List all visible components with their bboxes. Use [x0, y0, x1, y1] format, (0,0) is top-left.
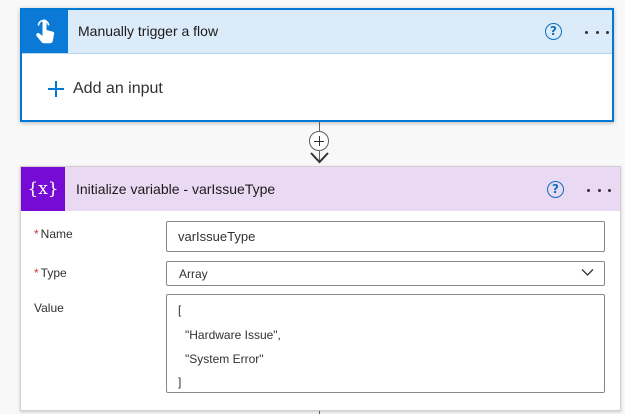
more-options-icon[interactable] — [585, 25, 609, 39]
arrow-down-icon — [310, 152, 329, 164]
value-line: "Hardware Issue", — [185, 328, 281, 342]
more-options-icon[interactable] — [587, 183, 611, 197]
variable-header[interactable]: {x} Initialize variable - varIssueType ? — [21, 167, 620, 211]
touch-hand-icon — [22, 10, 68, 53]
value-line: "System Error" — [185, 352, 264, 366]
help-icon[interactable]: ? — [547, 181, 564, 198]
name-label: * Name — [34, 227, 73, 241]
type-dropdown[interactable]: Array — [166, 261, 605, 286]
value-label: Value — [34, 301, 64, 315]
type-selected-value: Array — [179, 267, 208, 281]
chevron-down-icon — [581, 269, 594, 276]
value-field[interactable]: [ "Hardware Issue", "System Error" ] — [166, 294, 605, 393]
name-field[interactable]: varIssueType — [166, 221, 605, 252]
help-icon[interactable]: ? — [545, 23, 562, 40]
variable-icon: {x} — [21, 167, 65, 211]
plus-icon — [48, 81, 64, 97]
trigger-header[interactable]: Manually trigger a flow ? — [22, 10, 612, 54]
type-label: * Type — [34, 266, 67, 280]
variable-title: Initialize variable - varIssueType — [76, 181, 276, 197]
initialize-variable-card[interactable]: {x} Initialize variable - varIssueType ?… — [20, 166, 621, 411]
plus-icon — [314, 136, 324, 146]
value-line: [ — [178, 303, 182, 317]
add-input-label: Add an input — [73, 80, 163, 97]
required-mark: * — [34, 227, 39, 241]
insert-step-button[interactable] — [309, 131, 329, 151]
trigger-card[interactable]: Manually trigger a flow ? Add an input — [20, 8, 614, 122]
required-mark: * — [34, 266, 39, 280]
add-input-button[interactable]: Add an input — [48, 80, 163, 98]
value-line: ] — [178, 375, 182, 389]
trigger-title: Manually trigger a flow — [78, 23, 219, 39]
